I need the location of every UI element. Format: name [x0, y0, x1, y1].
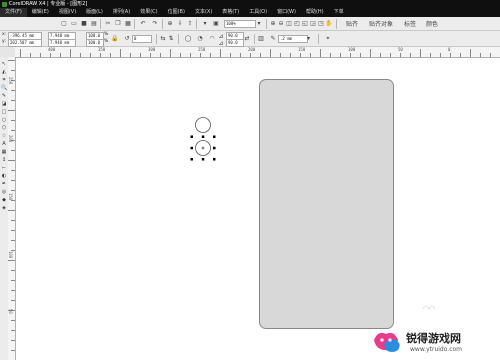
site-watermark: 锐得游戏网 www.ytruido.com: [368, 310, 500, 360]
watermark-name: 锐得游戏网: [406, 332, 461, 345]
watermark-url: www.ytruido.com: [410, 346, 463, 353]
rounded-rectangle-object[interactable]: [259, 79, 394, 329]
upper-circle-object[interactable]: [195, 117, 211, 133]
guide-curve: [422, 305, 436, 310]
drawing-layer: [190, 117, 436, 310]
